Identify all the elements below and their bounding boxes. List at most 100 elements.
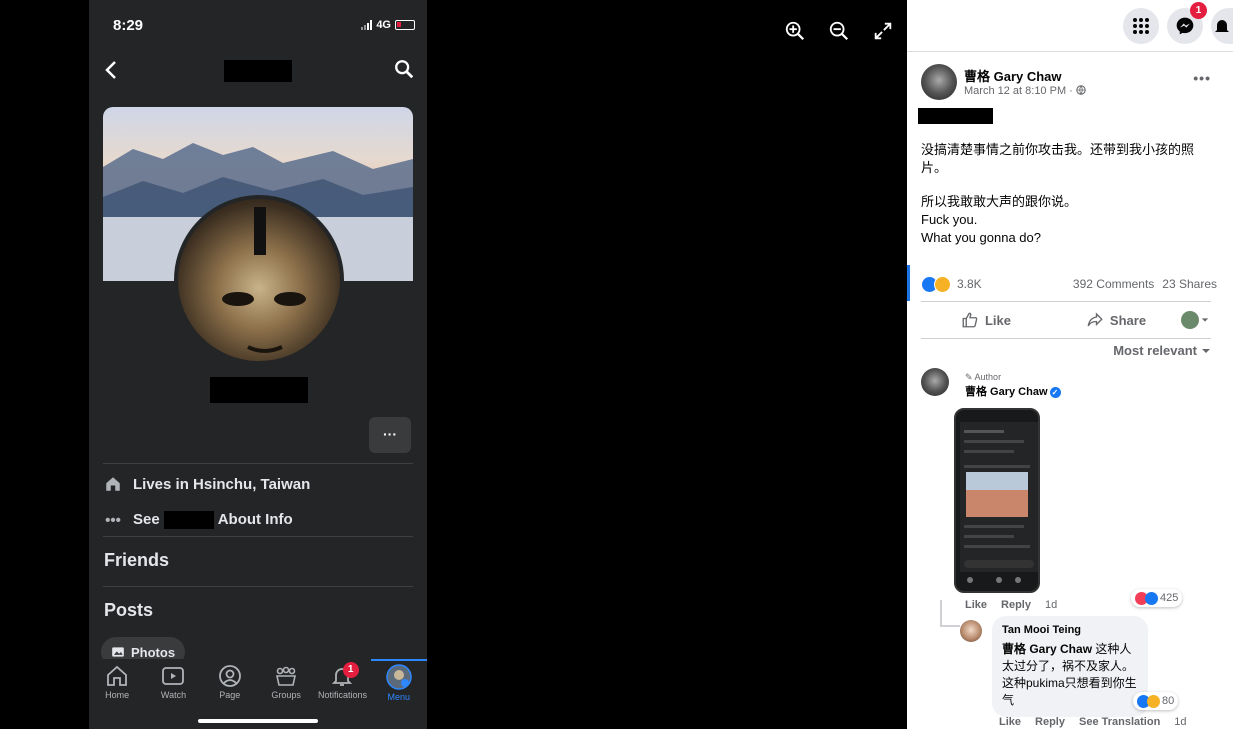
notification-badge: 1 <box>342 662 359 678</box>
like-reaction-icon <box>1145 591 1158 605</box>
home-indicator <box>198 719 318 723</box>
image-viewer: 8:29 4G ··· Lives in Hsinchu, Taiwan •••… <box>0 0 907 729</box>
share-count[interactable]: 23 Shares <box>1162 277 1217 291</box>
post-text: What you gonna do? <box>921 230 1041 245</box>
share-audience-selector[interactable] <box>1181 311 1217 329</box>
post-header: 曹格 Gary Chaw March 12 at 8:10 PM · ••• <box>921 64 1219 104</box>
avatar <box>1181 311 1199 329</box>
divider <box>921 338 1211 339</box>
grid-icon <box>1133 17 1149 34</box>
redacted-text <box>918 108 993 124</box>
lives-in-row: Lives in Hsinchu, Taiwan <box>103 474 310 494</box>
divider <box>103 536 413 537</box>
chevron-down-icon <box>1201 318 1209 322</box>
post-body: 没搞清楚事情之前你攻击我。还带到我小孩的照片。 所以我敢敢大声的跟你说。 Fuc… <box>921 141 1217 247</box>
mention-link[interactable]: 曹格 Gary Chaw <box>1002 642 1092 656</box>
post-text: 没搞清楚事情之前你攻击我。还带到我小孩的照片。 <box>921 142 1195 175</box>
battery-icon <box>395 20 415 30</box>
messenger-button[interactable]: 1 <box>1167 1 1207 44</box>
comment-author[interactable]: Tan Mooi Teing <box>1002 622 1138 639</box>
post-more-button[interactable]: ••• <box>1193 70 1211 86</box>
post-actions: Like Share <box>921 306 1217 334</box>
see-about-row[interactable]: ••• See About Info <box>103 510 293 530</box>
tab-menu[interactable]: Menu <box>370 659 427 729</box>
share-button[interactable]: Share <box>1051 311 1181 329</box>
status-time: 8:29 <box>113 17 144 34</box>
post-stats: 3.8K 392 Comments 23 Shares <box>921 274 1217 294</box>
messenger-icon <box>1176 17 1194 34</box>
haha-reaction-icon <box>1147 694 1160 708</box>
comment-image[interactable] <box>954 408 1040 593</box>
lives-in-text: Lives in Hsinchu, Taiwan <box>133 475 311 493</box>
share-icon <box>1087 312 1103 327</box>
like-button[interactable]: Like <box>921 311 1051 329</box>
chevron-down-icon <box>1202 348 1210 353</box>
page-icon <box>218 665 241 687</box>
notifications-button[interactable] <box>1211 7 1233 44</box>
comment-time[interactable]: 1d <box>1174 716 1186 728</box>
comment-reply-link[interactable]: Reply <box>1035 716 1065 728</box>
home-icon <box>107 665 128 686</box>
divider <box>103 586 413 587</box>
profile-picture[interactable] <box>174 195 344 365</box>
comment-sort-dropdown[interactable]: Most relevant <box>1113 343 1211 358</box>
thumbs-up-icon <box>962 312 978 328</box>
zoom-out-icon[interactable] <box>828 20 850 42</box>
avatar[interactable] <box>960 620 982 642</box>
comment-author[interactable]: 曹格 Gary Chaw ✓ <box>965 383 1061 399</box>
friends-title[interactable]: Friends <box>104 550 169 571</box>
menu-avatar-icon <box>386 664 412 690</box>
thread-line <box>940 600 942 627</box>
comment-like-link[interactable]: Like <box>999 716 1021 728</box>
tab-notifications[interactable]: 1 Notifications <box>314 662 370 729</box>
author-badge: ✎ Author <box>965 372 1002 382</box>
post-text: Fuck you. <box>921 212 978 227</box>
back-icon[interactable] <box>103 58 119 82</box>
comment-like-link[interactable]: Like <box>965 599 987 611</box>
comment-count[interactable]: 392 Comments <box>1073 277 1154 291</box>
photos-icon <box>112 647 124 657</box>
comment-reactions[interactable]: 80 <box>1133 692 1179 710</box>
focus-indicator <box>907 265 910 301</box>
redacted-profile-name <box>210 377 308 403</box>
reactions-icons[interactable] <box>921 275 951 293</box>
network-label: 4G <box>376 19 391 31</box>
divider <box>103 463 413 464</box>
redacted-name <box>163 511 214 530</box>
avatar[interactable] <box>921 368 949 396</box>
apps-button[interactable] <box>1123 7 1159 44</box>
comment-reactions[interactable]: 425 <box>1131 589 1183 607</box>
tab-watch[interactable]: Watch <box>145 664 201 729</box>
thread-line <box>940 625 960 627</box>
divider <box>921 301 1211 302</box>
posts-title: Posts <box>104 600 154 620</box>
post-author[interactable]: 曹格 Gary Chaw <box>964 66 1062 85</box>
phone-screenshot: 8:29 4G ··· Lives in Hsinchu, Taiwan •••… <box>89 0 427 729</box>
reply-bubble: Tan Mooi Teing 曹格 Gary Chaw 这种人太过分了，祸不及家… <box>992 616 1148 717</box>
comment-time[interactable]: 1d <box>1045 599 1057 611</box>
avatar[interactable] <box>921 64 957 100</box>
status-bar: 8:29 4G <box>89 0 427 50</box>
profile-nav <box>89 56 427 84</box>
post-text: 所以我敢敢大声的跟你说。 <box>921 194 1078 209</box>
post-panel: 1 曹格 Gary Chaw March 12 at 8:10 PM · •••… <box>907 0 1233 729</box>
see-translation-link[interactable]: See Translation <box>1079 716 1160 728</box>
redacted-name <box>224 60 292 82</box>
haha-reaction-icon <box>934 275 951 293</box>
signal-icon <box>361 20 373 30</box>
reaction-count[interactable]: 3.8K <box>957 277 982 291</box>
dots-icon: ••• <box>105 511 121 529</box>
comment-reply-link[interactable]: Reply <box>1001 599 1031 611</box>
watch-icon <box>162 667 185 685</box>
zoom-in-icon[interactable] <box>784 20 806 42</box>
more-options-button[interactable]: ··· <box>369 417 411 453</box>
globe-icon <box>1076 85 1086 95</box>
tab-home[interactable]: Home <box>89 664 145 729</box>
verified-icon: ✓ <box>1049 386 1061 398</box>
fullscreen-icon[interactable] <box>872 20 894 42</box>
viewer-toolbar <box>784 20 894 42</box>
post-date[interactable]: March 12 at 8:10 PM · <box>964 85 1086 97</box>
search-icon[interactable] <box>393 58 415 80</box>
comment-actions: Like Reply See Translation 1d <box>999 716 1187 728</box>
groups-icon <box>276 666 297 686</box>
